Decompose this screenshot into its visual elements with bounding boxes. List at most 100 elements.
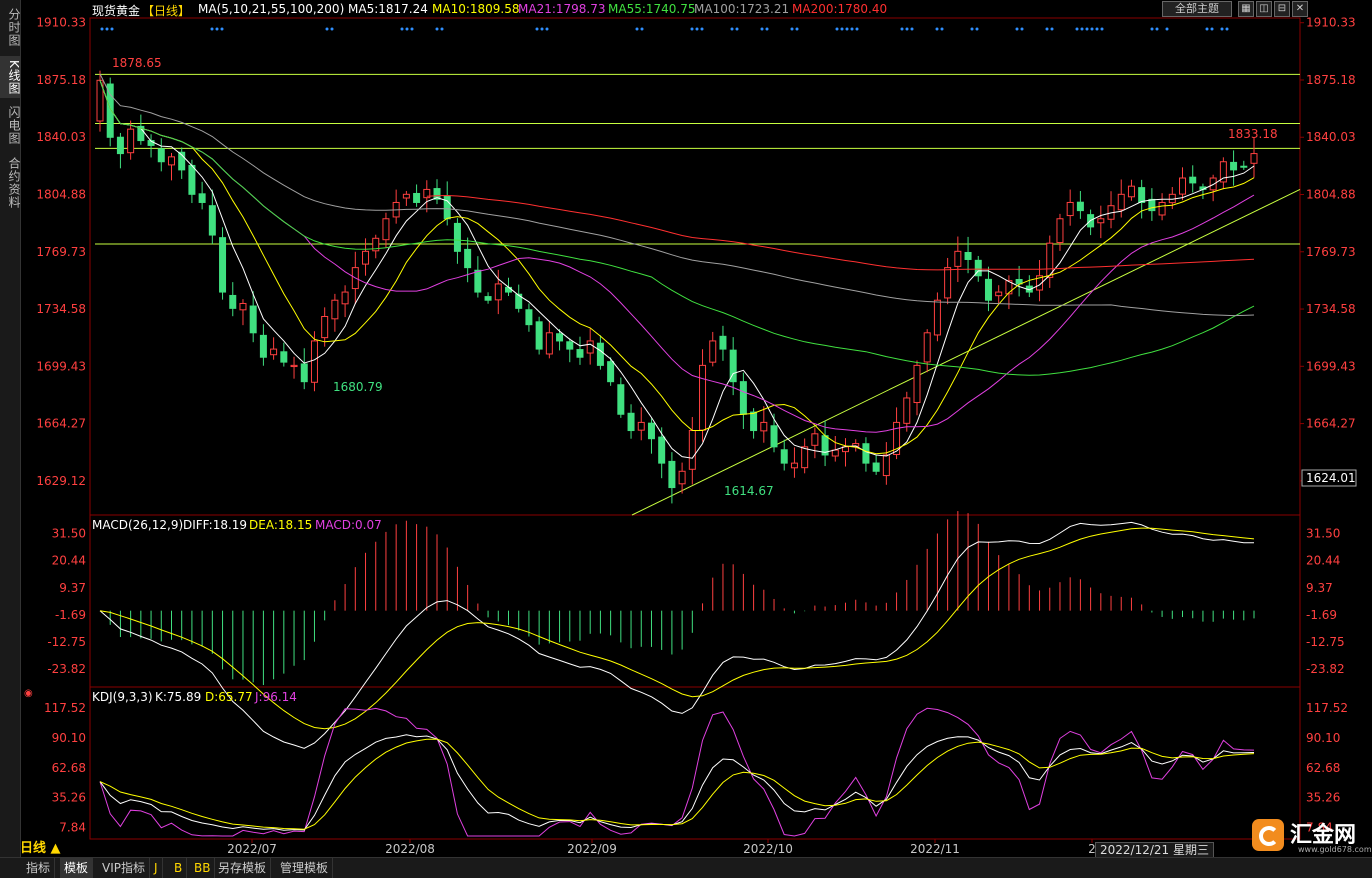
candle-body-98 xyxy=(1097,218,1105,224)
candle-body-28 xyxy=(382,218,390,241)
price-tick-left-5: 1734.58 xyxy=(36,302,86,316)
bottom-tab-2[interactable]: VIP指标 xyxy=(98,858,150,878)
chart-canvas[interactable]: 1910.33 1910.33 1875.18 1875.18 1840.03 1840.… xyxy=(0,0,1372,857)
ma-label: MA(5,10,21,55,100,200) xyxy=(198,2,345,16)
signal-dot-37 xyxy=(970,27,974,31)
time-label-2: 2022/09 xyxy=(567,842,617,856)
candle-body-30 xyxy=(402,193,410,199)
bottom-tab-0[interactable]: 指标 xyxy=(22,858,56,878)
signal-dot-22 xyxy=(735,27,739,31)
candle-body-103 xyxy=(1148,198,1156,212)
candle-body-84 xyxy=(954,250,962,267)
candle-body-59 xyxy=(699,364,707,431)
macd-tick-right-1: 20.44 xyxy=(1306,554,1340,568)
signal-dot-2 xyxy=(110,27,114,31)
bottom-tab-1[interactable]: 模板 xyxy=(60,858,94,878)
candle-body-13 xyxy=(229,294,237,309)
bottom-tab-6[interactable]: 另存模板 xyxy=(214,858,272,878)
candle-body-40 xyxy=(504,286,512,293)
theme-button[interactable]: 全部主题 xyxy=(1162,1,1232,17)
time-label-3: 2022/10 xyxy=(743,842,793,856)
signal-dot-55 xyxy=(1225,27,1229,31)
macd-diff-line xyxy=(99,521,1254,749)
macd-tick-right-2: 9.37 xyxy=(1306,581,1333,595)
kdj-tick-right-3: 35.26 xyxy=(1306,791,1340,805)
candle-body-17 xyxy=(270,348,278,356)
candle-body-48 xyxy=(586,340,594,354)
candle-body-76 xyxy=(872,462,880,472)
signal-dot-43 xyxy=(1075,27,1079,31)
signal-dot-14 xyxy=(540,27,544,31)
candle-body-53 xyxy=(637,421,645,431)
grid-icon[interactable]: ▦ xyxy=(1238,1,1254,17)
signal-dot-17 xyxy=(640,27,644,31)
bottom-toolbar: 指标 模板 VIP指标 J B BB 另存模板 管理模板 xyxy=(0,857,1372,878)
candle-body-104 xyxy=(1158,201,1166,216)
candle-body-70 xyxy=(811,433,819,446)
bottom-tab-3[interactable]: J xyxy=(150,858,163,878)
candle-body-49 xyxy=(596,342,604,366)
bottom-tab-5[interactable]: BB xyxy=(190,858,216,878)
logo-icon xyxy=(1252,819,1284,851)
candle-body-16 xyxy=(259,334,267,358)
macd-tick-left-4: -12.75 xyxy=(47,635,86,649)
ma-line-55 xyxy=(99,80,1255,376)
candle-body-23 xyxy=(331,299,339,320)
signal-dot-47 xyxy=(1095,27,1099,31)
candle-body-95 xyxy=(1066,201,1074,217)
low-annotation-1: 1680.79 xyxy=(333,380,383,394)
price-tick-left-7: 1664.27 xyxy=(36,417,86,431)
candle-body-57 xyxy=(678,470,686,485)
candle-body-52 xyxy=(627,412,635,432)
signal-dot-31 xyxy=(855,27,859,31)
bottom-tab-7[interactable]: 管理模板 xyxy=(276,858,334,878)
kdj-tick-right-2: 62.68 xyxy=(1306,761,1340,775)
signal-dot-33 xyxy=(905,27,909,31)
period-switch[interactable]: 日线 ▲ xyxy=(20,841,61,857)
candle-body-38 xyxy=(484,296,492,301)
candle-body-80 xyxy=(913,364,921,404)
candle-body-14 xyxy=(239,302,247,311)
candle-body-63 xyxy=(739,381,747,415)
settings-dot-icon[interactable]: ◉ xyxy=(24,688,33,699)
layout-icon[interactable]: ◫ xyxy=(1256,1,1272,17)
bottom-tab-4[interactable]: B xyxy=(170,858,188,878)
kdj-k-line xyxy=(99,734,1255,831)
ma-value-4: MA100:1723.21 xyxy=(694,2,790,16)
signal-dot-7 xyxy=(330,27,334,31)
macd-value: MACD:0.07 xyxy=(315,518,382,532)
time-label-4: 2022/11 xyxy=(910,842,960,856)
price-tick-right-2: 1840.03 xyxy=(1306,130,1356,144)
signal-dot-52 xyxy=(1205,27,1209,31)
kdj-j: J:96.14 xyxy=(255,690,297,704)
price-tick-right-5: 1734.58 xyxy=(1306,302,1356,316)
signal-dot-45 xyxy=(1085,27,1089,31)
close-icon[interactable]: ✕ xyxy=(1292,1,1308,17)
candle-body-21 xyxy=(310,340,318,383)
macd-label: MACD(26,12,9) xyxy=(92,518,184,532)
macd-tick-left-1: 20.44 xyxy=(52,554,86,568)
candle-body-6 xyxy=(157,148,165,163)
candle-body-50 xyxy=(607,361,615,383)
signal-dot-30 xyxy=(850,27,854,31)
signal-dot-50 xyxy=(1155,27,1159,31)
candle-body-36 xyxy=(464,248,472,269)
split-icon[interactable]: ⊟ xyxy=(1274,1,1290,17)
signal-dot-40 xyxy=(1020,27,1024,31)
kdj-label: KDJ(9,3,3) xyxy=(92,690,153,704)
signal-dot-19 xyxy=(695,27,699,31)
ma-value-2: MA21:1798.73 xyxy=(518,2,606,16)
kdj-tick-left-1: 90.10 xyxy=(52,731,86,745)
candle-body-68 xyxy=(790,462,798,469)
macd-tick-left-5: -23.82 xyxy=(47,662,86,676)
time-label-0: 2022/07 xyxy=(227,842,277,856)
macd-diff: DIFF:18.19 xyxy=(183,518,248,532)
kdj-tick-left-4: 7.84 xyxy=(59,820,86,834)
candle-body-96 xyxy=(1076,201,1084,212)
high-annotation: 1878.65 xyxy=(112,56,162,70)
candle-body-19 xyxy=(290,364,298,368)
signal-dot-51 xyxy=(1165,27,1169,31)
signal-dot-46 xyxy=(1090,27,1094,31)
price-tick-left-3: 1804.88 xyxy=(36,188,86,202)
price-tick-right-4: 1769.73 xyxy=(1306,245,1356,259)
